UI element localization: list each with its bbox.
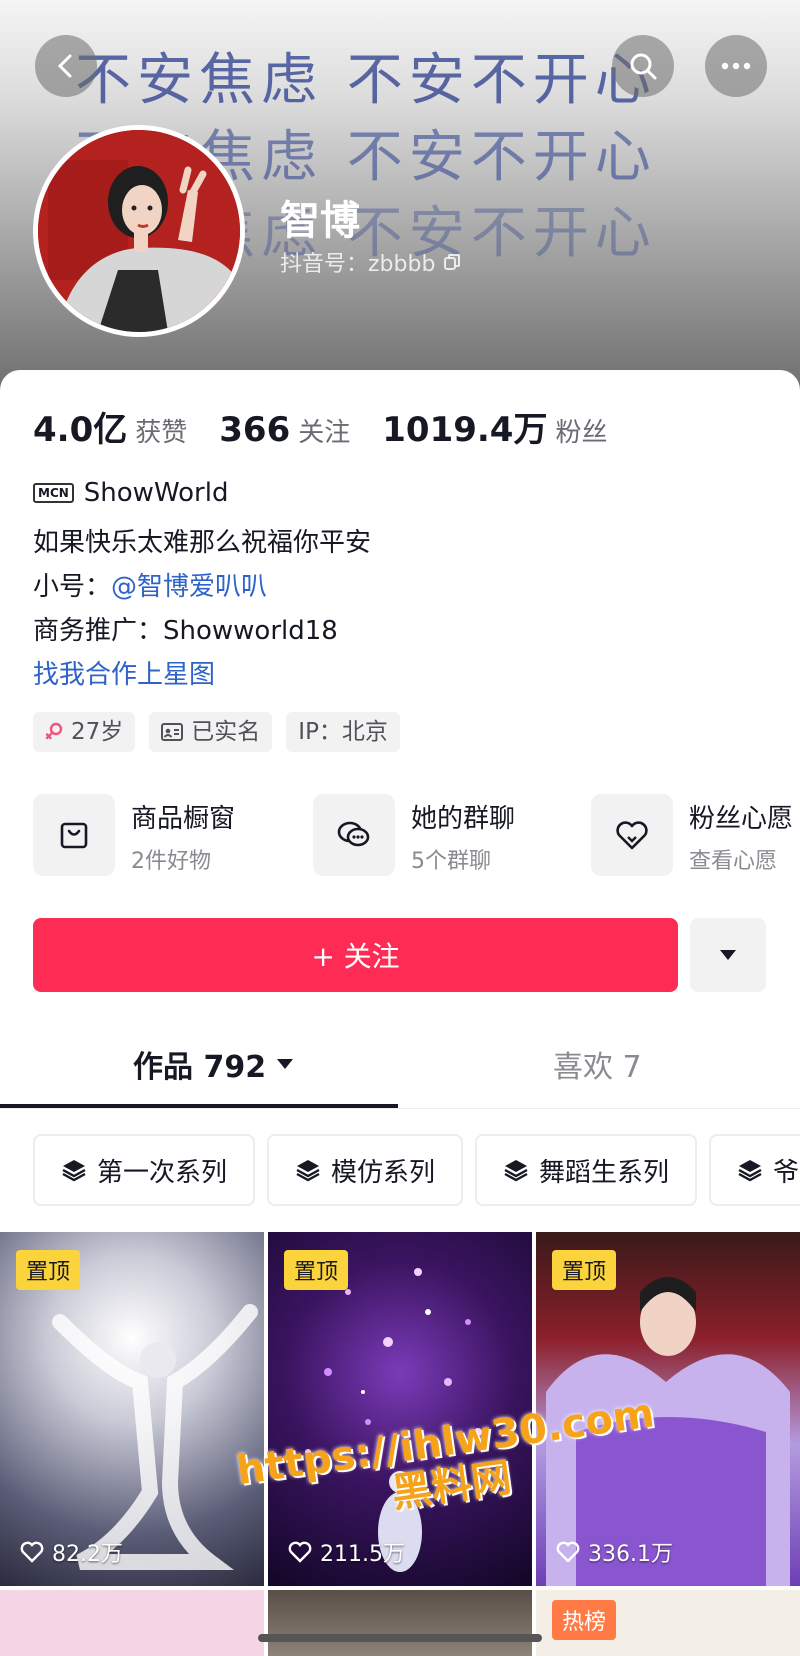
- series-chip-label: 爷: [773, 1157, 800, 1188]
- series-chip-partial[interactable]: 爷: [709, 1134, 800, 1206]
- group-chat-sub: 5个群聊: [411, 849, 491, 874]
- home-indicator: [258, 1634, 542, 1642]
- pinned-badge: 置顶: [552, 1250, 617, 1290]
- video-likes: 82.2万: [20, 1536, 123, 1568]
- layers-icon: [62, 1160, 86, 1182]
- stat-likes-count: 4.0亿: [33, 410, 128, 450]
- search-button[interactable]: [612, 35, 674, 97]
- shop-window-entry[interactable]: 商品橱窗 2件好物: [33, 794, 235, 876]
- caret-down-icon: [277, 1059, 294, 1069]
- heart-icon: [288, 1541, 312, 1563]
- mcn-row[interactable]: MCN ShowWorld: [33, 478, 228, 508]
- recommend-dropdown-button[interactable]: [690, 918, 766, 992]
- mcn-name: ShowWorld: [83, 478, 229, 508]
- feature-shortcuts: 商品橱窗 2件好物 她的群聊 5个群聊 粉丝心愿 查看心愿: [33, 794, 800, 880]
- verified-text: 已实名: [191, 719, 261, 745]
- series-chips: 第一次系列 模仿系列 舞蹈生系列 爷: [33, 1134, 800, 1206]
- heart-wish-icon: [591, 794, 673, 876]
- layers-icon: [504, 1160, 528, 1182]
- star-map-link[interactable]: 找我合作上星图: [33, 654, 215, 691]
- mcn-icon: MCN: [33, 483, 74, 503]
- alt-account-link[interactable]: @智博爱叭叭: [111, 572, 267, 602]
- triangle-down-icon: [720, 950, 736, 960]
- video-tile[interactable]: 热榜: [536, 1590, 800, 1656]
- video-likes: 211.5万: [288, 1536, 405, 1568]
- heart-icon: [556, 1541, 580, 1563]
- group-chat-entry[interactable]: 她的群聊 5个群聊: [313, 794, 515, 876]
- series-chip-label: 第一次系列: [97, 1157, 228, 1188]
- series-chip-imitation[interactable]: 模仿系列: [267, 1134, 464, 1206]
- shopping-bag-icon: [33, 794, 115, 876]
- avatar[interactable]: [33, 125, 245, 337]
- series-chip-dance-student[interactable]: 舞蹈生系列: [475, 1134, 698, 1206]
- tab-works-label: 作品 792: [133, 1050, 267, 1085]
- video-likes-count: 336.1万: [588, 1542, 673, 1567]
- avatar-illustration: [38, 130, 240, 332]
- stats-row: 4.0亿 获赞 366 关注 1019.4万 粉丝: [33, 402, 639, 451]
- ip-text: IP：北京: [298, 719, 388, 745]
- series-chip-first-time[interactable]: 第一次系列: [33, 1134, 256, 1206]
- content-tabs: 作品 792 喜欢 7: [0, 1020, 800, 1109]
- tab-likes[interactable]: 喜欢 7: [553, 1020, 642, 1108]
- shop-window-sub: 2件好物: [131, 849, 211, 874]
- back-button[interactable]: [35, 35, 97, 97]
- id-card-icon: [161, 723, 184, 741]
- follow-button[interactable]: + 关注: [33, 918, 678, 992]
- more-icon: [721, 62, 751, 70]
- tab-active-indicator: [0, 1104, 398, 1108]
- copy-icon[interactable]: [443, 253, 461, 271]
- heart-icon: [20, 1541, 44, 1563]
- video-tile[interactable]: 置顶 82.2万: [0, 1232, 264, 1586]
- trending-badge: 热榜: [552, 1600, 617, 1640]
- douyin-id[interactable]: 抖音号：zbbbb: [280, 246, 461, 278]
- profile-tags: 27岁 已实名 IP：北京: [33, 712, 400, 752]
- header-background-text-1: 不安焦虑 不安不开心: [75, 48, 657, 113]
- layers-icon: [296, 1160, 320, 1182]
- tab-works[interactable]: 作品 792: [133, 1020, 294, 1108]
- video-tile[interactable]: [0, 1590, 264, 1656]
- female-icon: [45, 722, 63, 740]
- video-likes-count: 211.5万: [320, 1542, 405, 1567]
- layers-icon: [738, 1160, 762, 1182]
- stat-likes[interactable]: 4.0亿 获赞: [33, 402, 187, 451]
- chat-bubbles-icon: [313, 794, 395, 876]
- username: 智博: [280, 198, 360, 244]
- ip-tag: IP：北京: [286, 712, 400, 752]
- business-contact: 商务推广：Showworld18: [33, 616, 338, 646]
- video-tile[interactable]: [268, 1590, 532, 1656]
- video-tile[interactable]: 置顶 211.5万: [268, 1232, 532, 1586]
- stat-followers-count: 1019.4万: [382, 410, 548, 450]
- fan-wish-sub: 查看心愿: [689, 849, 778, 874]
- age-tag: 27岁: [33, 712, 136, 752]
- more-button[interactable]: [705, 35, 767, 97]
- series-chip-label: 模仿系列: [331, 1157, 436, 1188]
- stat-following-label: 关注: [298, 418, 351, 448]
- stat-followers-label: 粉丝: [555, 418, 608, 448]
- search-icon: [630, 53, 657, 80]
- shop-window-title: 商品橱窗: [131, 804, 236, 834]
- stat-likes-label: 获赞: [135, 418, 188, 448]
- chevron-left-icon: [57, 54, 72, 78]
- series-chip-label: 舞蹈生系列: [539, 1157, 670, 1188]
- fan-wish-entry[interactable]: 粉丝心愿 查看心愿: [591, 794, 793, 876]
- group-chat-title: 她的群聊: [411, 804, 516, 834]
- bio-text: 如果快乐太难那么祝福你平安: [33, 528, 372, 558]
- video-likes-count: 82.2万: [52, 1542, 123, 1567]
- stat-followers[interactable]: 1019.4万 粉丝: [382, 402, 607, 451]
- age-text: 27岁: [71, 719, 124, 745]
- pinned-badge: 置顶: [16, 1250, 81, 1290]
- verified-tag[interactable]: 已实名: [149, 712, 273, 752]
- pinned-badge: 置顶: [284, 1250, 349, 1290]
- stat-following[interactable]: 366 关注: [219, 410, 350, 450]
- stat-following-count: 366: [219, 410, 291, 450]
- profile-header: 不安焦虑 不安不开心 不安焦虑 不安不开心 不安焦虑 不安不开心 智博 抖音号：…: [0, 0, 800, 390]
- douyin-id-text: 抖音号：zbbbb: [280, 252, 436, 277]
- alt-account-row: 小号：@智博爱叭叭: [33, 566, 267, 603]
- alt-account-label: 小号：: [33, 572, 112, 602]
- video-likes: 336.1万: [556, 1536, 673, 1568]
- fan-wish-title: 粉丝心愿: [689, 804, 794, 834]
